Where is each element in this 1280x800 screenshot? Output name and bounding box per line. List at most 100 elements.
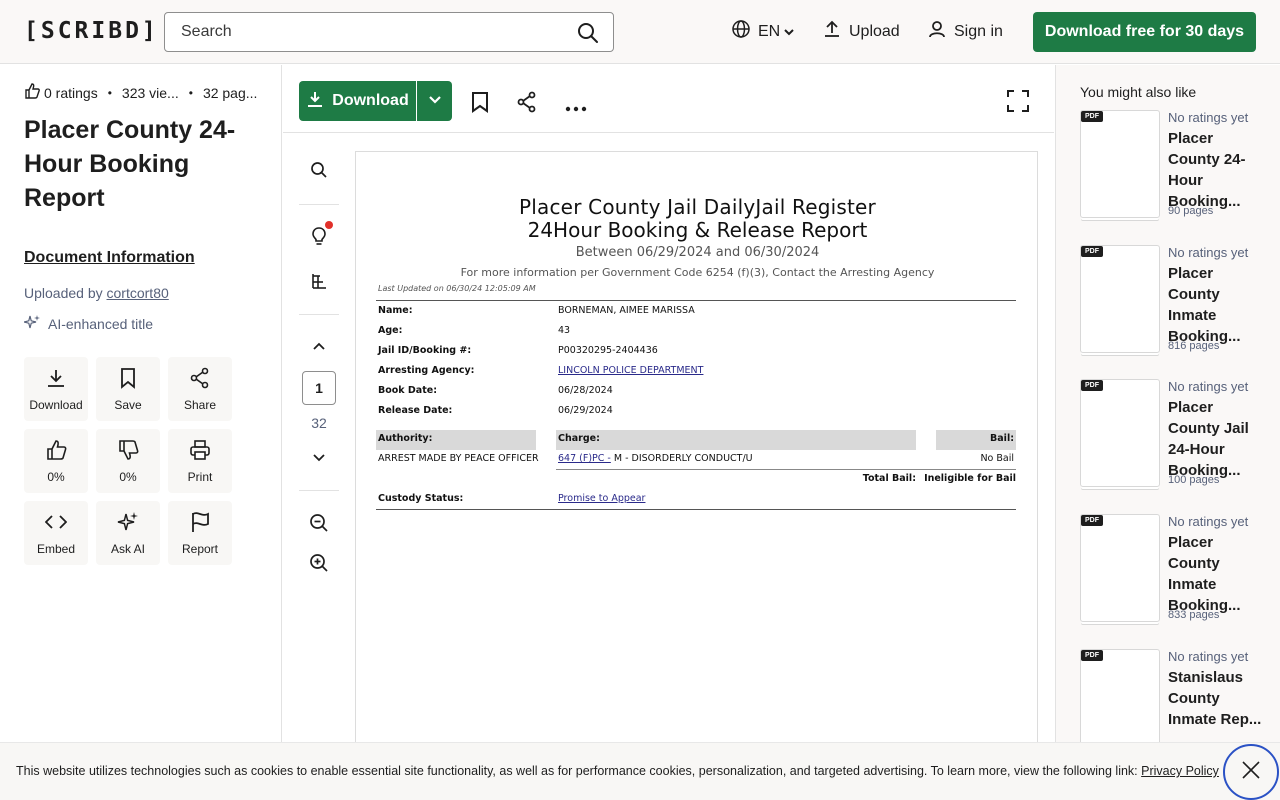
recommendation-title[interactable]: Placer County Inmate Booking... xyxy=(1168,263,1268,347)
custody-status-link[interactable]: Promise to Appear xyxy=(558,493,645,504)
search-document-button[interactable] xyxy=(299,161,339,184)
recommendation-title[interactable]: Placer County Jail 24-Hour Booking... xyxy=(1168,397,1268,481)
field-label: Book Date: xyxy=(378,385,437,396)
report-tile[interactable]: Report xyxy=(168,501,232,565)
flag-icon xyxy=(189,511,211,536)
document-thumbnail[interactable]: PDF xyxy=(1080,514,1160,622)
document-meta: 0 ratings • 323 vie... • 32 pag... xyxy=(24,83,257,102)
next-page-button[interactable] xyxy=(299,450,339,468)
ask-ai-tile[interactable]: Ask AI xyxy=(96,501,160,565)
action-tiles: Download Save Share 0% 0% Print Embed As… xyxy=(24,357,232,565)
document-information-link[interactable]: Document Information xyxy=(24,249,195,267)
document-page: Placer County Jail DailyJail Register 24… xyxy=(355,151,1038,800)
chevron-down-icon xyxy=(312,450,326,468)
search-box[interactable] xyxy=(164,12,614,52)
chevron-down-icon xyxy=(784,23,794,41)
notification-dot xyxy=(325,221,333,229)
language-selector[interactable]: EN xyxy=(732,20,794,43)
document-thumbnail[interactable]: PDF xyxy=(1080,245,1160,353)
sparkles-icon xyxy=(117,511,139,536)
charge-code-link[interactable]: 647 (F)PC - xyxy=(558,453,611,464)
recommendation-item[interactable]: PDF No ratings yet Placer County Inmate … xyxy=(1080,514,1270,632)
bookmark-icon xyxy=(117,367,139,392)
arresting-agency-link[interactable]: LINCOLN POLICE DEPARTMENT xyxy=(558,365,703,376)
field-value: P00320295-2404436 xyxy=(558,345,658,356)
search-input[interactable] xyxy=(181,23,561,41)
charge-value: 647 (F)PC - M - DISORDERLY CONDUCT/U xyxy=(558,453,753,464)
insights-button[interactable] xyxy=(299,226,339,251)
charge-header: Charge: xyxy=(556,430,916,450)
zoom-in-button[interactable] xyxy=(299,553,339,578)
scribd-logo[interactable]: [SCRIBD] xyxy=(24,18,159,44)
upload-link[interactable]: Upload xyxy=(823,20,900,43)
uploaded-by: Uploaded by cortcort80 xyxy=(24,285,169,301)
print-tile[interactable]: Print xyxy=(168,429,232,493)
page-title-line2: 24Hour Booking & Release Report xyxy=(527,218,868,242)
signin-link[interactable]: Sign in xyxy=(928,20,1003,43)
uploader-link[interactable]: cortcort80 xyxy=(107,285,169,301)
recommendation-item[interactable]: PDF No ratings yet Placer County Inmate … xyxy=(1080,245,1270,363)
upload-icon xyxy=(823,20,841,43)
previous-page-button[interactable] xyxy=(299,338,339,356)
chevron-down-icon xyxy=(428,92,442,110)
chevron-up-icon xyxy=(312,338,326,356)
download-tile[interactable]: Download xyxy=(24,357,88,421)
total-bail-value: Ineligible for Bail xyxy=(924,473,1016,484)
page-info-line: For more information per Government Code… xyxy=(460,266,935,279)
downvote-tile[interactable]: 0% xyxy=(96,429,160,493)
download-free-button[interactable]: Download free for 30 days xyxy=(1033,12,1256,52)
pdf-badge: PDF xyxy=(1081,515,1103,526)
viewer-toolbar: Download xyxy=(283,65,1054,133)
document-thumbnail[interactable]: PDF xyxy=(1080,110,1160,218)
field-value: 06/29/2024 xyxy=(558,405,613,416)
print-icon xyxy=(189,439,211,464)
field-label: Jail ID/Booking #: xyxy=(378,345,472,356)
recommendation-item[interactable]: PDF No ratings yet Placer County 24-Hour… xyxy=(1080,110,1270,228)
viewer-download-button[interactable]: Download xyxy=(299,81,416,121)
document-viewer: Download 1 32 Placer County Jail DailyJa… xyxy=(283,65,1054,800)
views-count: 323 vie... xyxy=(121,84,179,101)
bookmark-icon[interactable] xyxy=(470,91,490,118)
language-label: EN xyxy=(758,22,781,40)
upvote-tile[interactable]: 0% xyxy=(24,429,88,493)
bail-value: No Bail xyxy=(980,453,1014,464)
search-icon[interactable] xyxy=(577,22,599,49)
document-thumbnail[interactable]: PDF xyxy=(1080,379,1160,487)
field-label: Name: xyxy=(378,305,413,316)
authority-header: Authority: xyxy=(376,430,536,450)
fullscreen-icon[interactable] xyxy=(1007,90,1029,117)
recommendation-title[interactable]: Placer County Inmate Booking... xyxy=(1168,532,1268,616)
embed-tile[interactable]: Embed xyxy=(24,501,88,565)
top-header: [SCRIBD] EN Upload Sign in Download free… xyxy=(0,0,1280,64)
outline-button[interactable] xyxy=(299,272,339,295)
pdf-badge: PDF xyxy=(1081,650,1103,661)
recommendation-title[interactable]: Placer County 24-Hour Booking... xyxy=(1168,128,1268,212)
viewer-side-tools: 1 32 xyxy=(299,151,339,791)
field-value: 43 xyxy=(558,325,571,336)
field-label: Release Date: xyxy=(378,405,453,416)
cookie-close-button[interactable] xyxy=(1223,744,1279,800)
current-page-input[interactable]: 1 xyxy=(302,371,336,405)
authority-value: ARREST MADE BY PEACE OFFICER xyxy=(378,453,539,464)
cookie-text: This website utilizes technologies such … xyxy=(16,764,1219,778)
zoom-out-button[interactable] xyxy=(299,513,339,538)
field-label: Age: xyxy=(378,325,403,336)
share-icon[interactable] xyxy=(516,91,538,118)
document-thumbnail[interactable]: PDF xyxy=(1080,649,1160,757)
download-options-dropdown[interactable] xyxy=(417,81,452,121)
save-tile[interactable]: Save xyxy=(96,357,160,421)
share-tile[interactable]: Share xyxy=(168,357,232,421)
bail-header: Bail: xyxy=(936,430,1016,450)
total-pages: 32 xyxy=(311,415,327,431)
privacy-policy-link[interactable]: Privacy Policy xyxy=(1141,764,1219,778)
zoom-in-icon xyxy=(309,553,329,578)
recommendation-item[interactable]: PDF No ratings yet Placer County Jail 24… xyxy=(1080,379,1270,497)
user-icon xyxy=(928,20,946,43)
page-date-range: Between 06/29/2024 and 06/30/2024 xyxy=(575,245,820,260)
more-options-icon[interactable] xyxy=(565,99,587,117)
recommendation-title[interactable]: Stanislaus County Inmate Rep... xyxy=(1168,667,1268,730)
pdf-badge: PDF xyxy=(1081,111,1103,122)
page-last-updated: Last Updated on 06/30/24 12:05:09 AM xyxy=(378,284,536,293)
field-value: 06/28/2024 xyxy=(558,385,613,396)
lightbulb-icon xyxy=(310,226,328,251)
